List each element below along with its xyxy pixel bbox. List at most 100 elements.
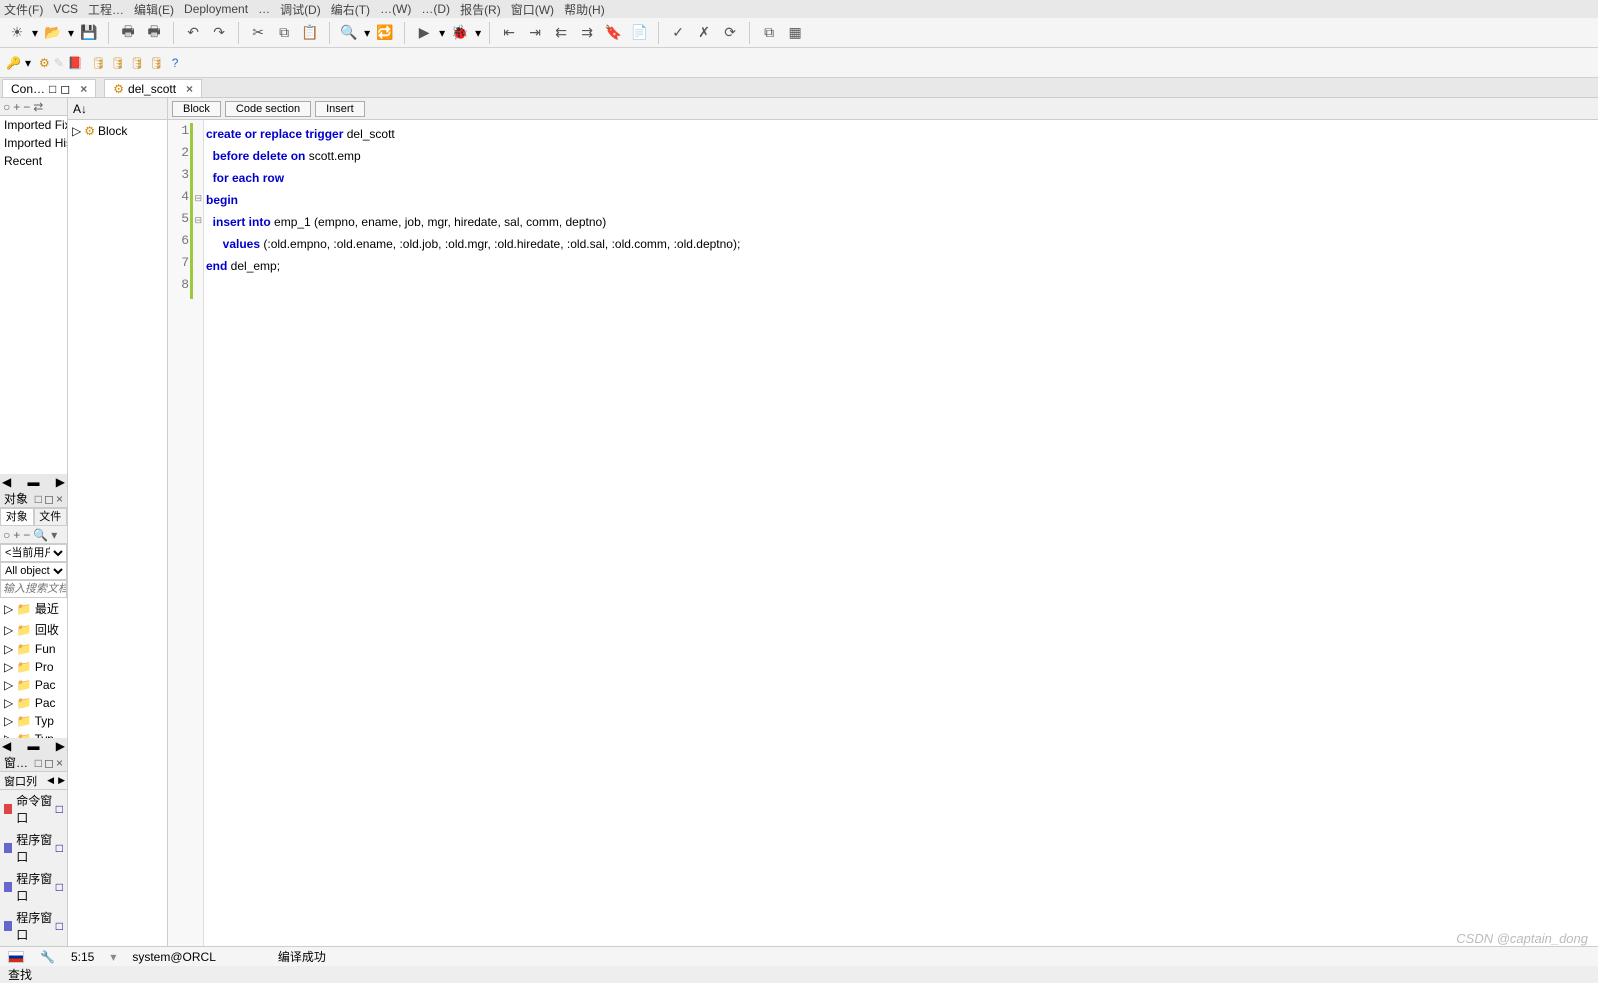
tile-icon[interactable]: ▦ [784, 22, 806, 44]
find-label: 查找 [8, 966, 32, 983]
save-icon[interactable]: 💾 [78, 22, 100, 44]
folder-item[interactable]: ▷ 📁 回收 [0, 619, 67, 640]
open-icon[interactable]: 📂 [42, 22, 64, 44]
gear-icon[interactable]: ⚙ [39, 56, 50, 70]
paste-icon[interactable]: 📋 [299, 22, 321, 44]
indent-icon[interactable]: ⇉ [576, 22, 598, 44]
db1-icon[interactable]: 🛢 [91, 56, 106, 70]
restore-icon[interactable]: ◻ [60, 82, 70, 96]
menu-item[interactable]: 调试(D) [280, 1, 321, 18]
cut-icon[interactable]: ✂ [247, 22, 269, 44]
folder-item[interactable]: ▷ 📁 Typ [0, 712, 67, 730]
menu-item[interactable]: Deployment [184, 2, 248, 16]
redo-icon[interactable]: ↷ [208, 22, 230, 44]
rollback-icon[interactable]: ✗ [693, 22, 715, 44]
fold-icon[interactable]: ⊟ [194, 215, 202, 226]
folder-item[interactable]: ▷ 📁 Pac [0, 694, 67, 712]
status-bar: 🔧 5:15 ▾ system@ORCL 编译成功 [0, 946, 1598, 966]
down-icon[interactable]: ▾ [51, 528, 57, 542]
explain-icon[interactable]: 📄 [628, 22, 650, 44]
filter-icon[interactable]: 🔍 [33, 528, 48, 542]
refresh-icon[interactable]: ○ [3, 528, 10, 542]
scroll-thumb[interactable]: ▬ [28, 475, 40, 489]
block-tree-label: Block [98, 124, 127, 138]
folder-item[interactable]: ▷ 📁 Pac [0, 676, 67, 694]
menu-item[interactable]: 文件(F) [4, 1, 43, 18]
window-list-item[interactable]: 程序窗口□ [0, 829, 67, 868]
db3-icon[interactable]: 🛢 [129, 56, 144, 70]
replace-icon[interactable]: 🔁 [374, 22, 396, 44]
close-icon[interactable]: × [80, 82, 87, 96]
menu-item[interactable]: …(W) [380, 2, 411, 16]
toolbar-main: ☀▾ 📂▾ 💾 🖶 🖶 ↶ ↷ ✂ ⧉ 📋 🔍▾ 🔁 ▶▾ 🐞▾ ⇤ ⇥ ⇇ ⇉… [0, 18, 1598, 48]
help-icon[interactable]: ? [172, 56, 179, 70]
close-icon[interactable]: × [56, 492, 63, 506]
tab-block[interactable]: Block [172, 101, 221, 117]
link-icon[interactable]: ⇄ [33, 100, 43, 114]
menu-item[interactable]: VCS [53, 2, 78, 16]
tab-insert[interactable]: Insert [315, 101, 365, 117]
objects-select[interactable]: All objects [0, 562, 67, 580]
menu-item[interactable]: 编右(T) [331, 1, 370, 18]
undo-icon[interactable]: ↶ [182, 22, 204, 44]
folder-item[interactable]: ▷ 📁 最近 [0, 598, 67, 619]
new-icon[interactable]: ☀ [6, 22, 28, 44]
expand-icon[interactable]: ▷ [72, 124, 81, 138]
folder-tree: ▷ 📁 最近▷ 📁 回收▷ 📁 Fun▷ 📁 Pro▷ 📁 Pac▷ 📁 Pac… [0, 598, 67, 738]
debug-icon[interactable]: 🐞 [449, 22, 471, 44]
close-icon[interactable]: × [186, 82, 193, 96]
window-list-item[interactable]: 命令窗口□ [0, 790, 67, 829]
menu-item[interactable]: 报告(R) [460, 1, 501, 18]
print-icon[interactable]: 🖶 [117, 22, 139, 44]
close-icon[interactable]: × [56, 756, 63, 770]
sort-icon[interactable]: A↓ [72, 101, 88, 117]
minimize-icon[interactable]: □ [49, 82, 56, 96]
db2-icon[interactable]: 🛢 [110, 56, 125, 70]
user-select[interactable]: <当前用户> [0, 544, 67, 562]
db4-icon[interactable]: 🛢 [148, 56, 163, 70]
book-icon: 📕 [68, 56, 83, 70]
indent-right-icon[interactable]: ⇥ [524, 22, 546, 44]
menu-item[interactable]: 编辑(E) [134, 1, 174, 18]
run-icon[interactable]: ▶ [413, 22, 435, 44]
find-icon[interactable]: 🔍 [338, 22, 360, 44]
menu-item[interactable]: … [258, 2, 270, 16]
history-item[interactable]: Imported Hist [0, 134, 67, 152]
key-icon[interactable]: 🔑 [6, 56, 21, 70]
add-icon[interactable]: + [13, 100, 20, 114]
print-all-icon[interactable]: 🖶 [143, 22, 165, 44]
bookmark-icon[interactable]: 🔖 [602, 22, 624, 44]
indent-left-icon[interactable]: ⇤ [498, 22, 520, 44]
plus-icon[interactable]: ○ [3, 100, 10, 114]
minus-icon[interactable]: − [23, 100, 30, 114]
block-tree-root[interactable]: ▷ ⚙ Block [72, 124, 163, 138]
history-item[interactable]: Recent [0, 152, 67, 170]
window-list-item[interactable]: 程序窗口□ [0, 868, 67, 907]
fold-icon[interactable]: ⊟ [194, 193, 202, 204]
code-editor[interactable]: 1234⊟5⊟678 create or replace trigger del… [168, 120, 1598, 946]
windows-icon[interactable]: ⧉ [758, 22, 780, 44]
flag-icon [8, 951, 24, 963]
refresh-icon[interactable]: ⟳ [719, 22, 741, 44]
menu-item[interactable]: 窗口(W) [511, 1, 554, 18]
search-input[interactable] [0, 580, 67, 598]
folder-item[interactable]: ▷ 📁 Fun [0, 640, 67, 658]
add-icon[interactable]: + [13, 528, 20, 542]
tab-files[interactable]: 文件 [34, 508, 68, 526]
tab-code-section[interactable]: Code section [225, 101, 311, 117]
history-item[interactable]: Imported Fixe [0, 116, 67, 134]
menu-item[interactable]: 工程… [88, 1, 124, 18]
copy-icon[interactable]: ⧉ [273, 22, 295, 44]
footer-bar: 查找 [0, 966, 1598, 982]
folder-item[interactable]: ▷ 📁 Typ [0, 730, 67, 738]
folder-item[interactable]: ▷ 📁 Pro [0, 658, 67, 676]
tab-objects[interactable]: 对象 [0, 508, 34, 526]
commit-icon[interactable]: ✓ [667, 22, 689, 44]
menu-item[interactable]: …(D) [421, 2, 450, 16]
tab-connections[interactable]: Con… □ ◻ × [2, 79, 96, 97]
minus-icon[interactable]: − [23, 528, 30, 542]
outdent-icon[interactable]: ⇇ [550, 22, 572, 44]
menu-item[interactable]: 帮助(H) [564, 1, 605, 18]
tab-del-scott[interactable]: ⚙ del_scott × [104, 79, 202, 97]
window-list-item[interactable]: 程序窗口□ [0, 907, 67, 946]
